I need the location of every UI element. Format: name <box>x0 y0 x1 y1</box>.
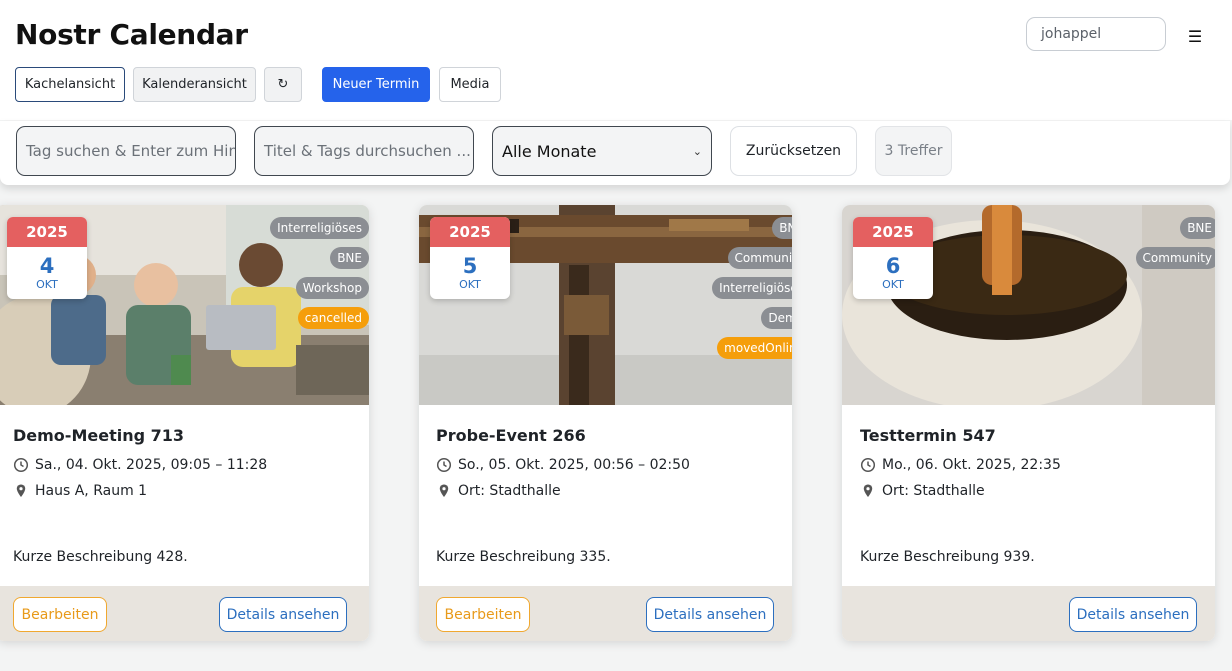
status-badge: cancelled <box>297 307 369 329</box>
clock-icon <box>860 457 876 473</box>
date-badge: 2025 6 OKT <box>853 217 933 299</box>
event-location: Haus A, Raum 1 <box>13 483 147 499</box>
event-location-text: Ort: Stadthalle <box>458 483 561 499</box>
event-datetime: Sa., 04. Okt. 2025, 09:05 – 11:28 <box>13 457 267 473</box>
event-description: Kurze Beschreibung 939. <box>860 549 1035 565</box>
tag-chip[interactable]: Demo <box>761 307 792 329</box>
details-button[interactable]: Details ansehen <box>1069 597 1197 632</box>
new-event-button[interactable]: Neuer Termin <box>322 67 430 102</box>
map-pin-icon <box>439 484 449 497</box>
clock-icon <box>436 457 452 473</box>
event-description: Kurze Beschreibung 428. <box>13 549 188 565</box>
month-select[interactable]: Alle Monate ⌄ <box>492 126 712 176</box>
event-datetime: So., 05. Okt. 2025, 00:56 – 02:50 <box>436 457 690 473</box>
date-year: 2025 <box>430 217 510 247</box>
media-button[interactable]: Media <box>439 67 501 102</box>
month-select-value: Alle Monate <box>502 141 597 161</box>
date-month: OKT <box>459 278 481 291</box>
details-button[interactable]: Details ansehen <box>646 597 774 632</box>
hamburger-menu-icon[interactable]: ☰ <box>1180 22 1210 50</box>
card-footer: Bearbeiten Details ansehen <box>419 586 792 641</box>
tag-list: Interreligiöses BNE Workshop cancelled <box>270 217 369 329</box>
date-month: OKT <box>882 278 904 291</box>
edit-button[interactable]: Bearbeiten <box>436 597 530 632</box>
calendar-view-button[interactable]: Kalenderansicht <box>133 67 256 102</box>
date-day: 4 <box>39 254 55 278</box>
refresh-icon[interactable]: ↻ <box>264 67 302 102</box>
map-pin-icon <box>16 484 26 497</box>
event-location-text: Haus A, Raum 1 <box>35 483 148 499</box>
event-title: Testtermin 547 <box>860 426 996 445</box>
tag-search-input[interactable]: Tag suchen & Enter zum Hinzufügen <box>16 126 236 176</box>
chevron-down-icon: ⌄ <box>692 144 702 158</box>
date-day: 6 <box>885 254 901 278</box>
event-location: Ort: Stadthalle <box>436 483 561 499</box>
details-button[interactable]: Details ansehen <box>219 597 347 632</box>
event-card[interactable]: 2025 5 OKT BNE Community Interreligiöses… <box>419 205 792 641</box>
event-title: Probe-Event 266 <box>436 426 586 445</box>
text-search-input[interactable]: Titel & Tags durchsuchen ... <box>254 126 474 176</box>
user-field[interactable]: johappel <box>1026 17 1166 51</box>
event-description: Kurze Beschreibung 335. <box>436 549 611 565</box>
event-datetime-text: So., 05. Okt. 2025, 00:56 – 02:50 <box>458 457 690 473</box>
tag-list: BNE Community Interreligiöses Demo moved… <box>712 217 792 359</box>
app-title: Nostr Calendar <box>15 18 248 51</box>
tile-view-button[interactable]: Kachelansicht <box>15 67 125 102</box>
map-pin-icon <box>863 484 873 497</box>
tag-list: BNE Community <box>1135 217 1215 269</box>
top-bar: Nostr Calendar johappel ☰ Kachelansicht … <box>0 0 1232 120</box>
clock-icon <box>13 457 29 473</box>
event-card[interactable]: 2025 4 OKT Interreligiöses BNE Workshop … <box>0 205 369 641</box>
date-month: OKT <box>36 278 58 291</box>
event-datetime-text: Sa., 04. Okt. 2025, 09:05 – 11:28 <box>35 457 268 473</box>
date-badge: 2025 4 OKT <box>7 217 87 299</box>
tag-chip[interactable]: Community <box>1135 247 1215 269</box>
tag-chip[interactable]: Workshop <box>295 277 369 299</box>
filter-bar: Tag suchen & Enter zum Hinzufügen Titel … <box>0 121 1230 185</box>
result-count: 3 Treffer <box>875 126 952 176</box>
tag-chip[interactable]: Interreligiöses <box>712 277 792 299</box>
card-footer: Bearbeiten Details ansehen <box>0 586 369 641</box>
event-location: Ort: Stadthalle <box>860 483 985 499</box>
tag-chip[interactable]: BNE <box>772 217 792 239</box>
event-location-text: Ort: Stadthalle <box>882 483 985 499</box>
event-datetime-text: Mo., 06. Okt. 2025, 22:35 <box>882 457 1061 473</box>
edit-button[interactable]: Bearbeiten <box>13 597 107 632</box>
date-badge: 2025 5 OKT <box>430 217 510 299</box>
tag-chip[interactable]: Interreligiöses <box>270 217 369 239</box>
reset-button[interactable]: Zurücksetzen <box>730 126 857 176</box>
date-year: 2025 <box>853 217 933 247</box>
event-datetime: Mo., 06. Okt. 2025, 22:35 <box>860 457 1061 473</box>
status-badge: movedOnline <box>717 337 792 359</box>
tag-chip[interactable]: BNE <box>1180 217 1215 239</box>
card-footer: Details ansehen <box>842 586 1215 641</box>
date-day: 5 <box>462 254 478 278</box>
event-title: Demo-Meeting 713 <box>13 426 185 445</box>
tag-chip[interactable]: Community <box>727 247 792 269</box>
tag-chip[interactable]: BNE <box>330 247 369 269</box>
event-card[interactable]: 2025 6 OKT BNE Community Testtermin 547 … <box>842 205 1215 641</box>
date-year: 2025 <box>7 217 87 247</box>
